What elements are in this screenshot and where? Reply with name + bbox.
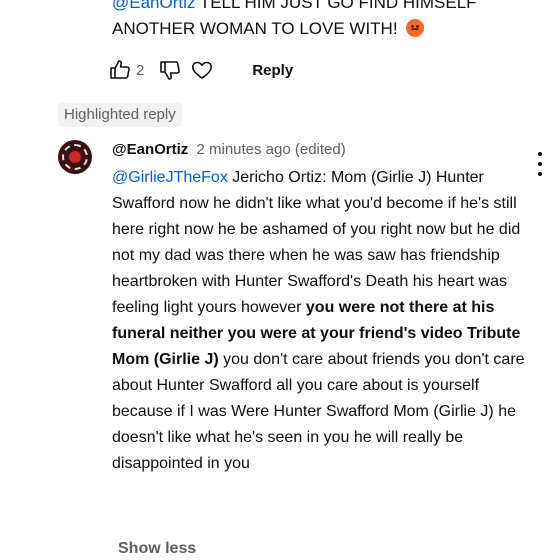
thumbs-down-icon [160, 61, 181, 80]
highlighted-reply: @EanOrtiz 2 minutes ago (edited) @Girlie… [112, 139, 527, 477]
reply-text-part-2: you don't care about friends you don't c… [112, 351, 525, 472]
dot-icon [538, 172, 542, 176]
reply-button[interactable]: Reply [252, 62, 293, 79]
avatar[interactable] [58, 140, 92, 174]
reply-timestamp[interactable]: 2 minutes ago (edited) [196, 141, 345, 158]
dot-icon [538, 162, 542, 166]
show-less-button[interactable]: Show less [118, 540, 196, 558]
like-button[interactable] [106, 56, 134, 84]
reply-text: @GirlieJTheFox Jericho Ortiz: Mom (Girli… [112, 165, 527, 477]
heart-button[interactable] [188, 56, 216, 84]
dot-icon [538, 152, 542, 156]
reply-header: @EanOrtiz 2 minutes ago (edited) [112, 139, 527, 161]
reply-mention-link[interactable]: @GirlieJTheFox [112, 169, 228, 186]
heart-icon [192, 61, 213, 79]
parent-comment-line-1: @EanOrtiz TELL HIM JUST GO FIND HIMSELF [112, 0, 532, 16]
dislike-button[interactable] [156, 56, 184, 84]
parent-comment-text-1: TELL HIM JUST GO FIND HIMSELF [195, 0, 477, 12]
parent-mention-link[interactable]: @EanOrtiz [112, 0, 195, 12]
like-count: 2 [136, 61, 145, 79]
thumbs-up-icon [110, 60, 130, 79]
more-options-button[interactable] [534, 152, 546, 176]
reply-text-part-1: Jericho Ortiz: Mom (Girlie J) Hunter Swa… [112, 169, 521, 316]
parent-comment-text-2: ANOTHER WOMAN TO LOVE WITH! [112, 19, 398, 38]
reply-author[interactable]: @EanOrtiz [112, 141, 188, 158]
angry-face-icon [406, 19, 425, 37]
highlighted-reply-badge: Highlighted reply [58, 103, 182, 127]
comment-actions: 2 Reply [106, 56, 293, 84]
avatar-core [69, 151, 81, 163]
parent-comment-line-2: ANOTHER WOMAN TO LOVE WITH! [112, 16, 532, 42]
parent-comment: @EanOrtiz TELL HIM JUST GO FIND HIMSELF … [112, 0, 532, 42]
